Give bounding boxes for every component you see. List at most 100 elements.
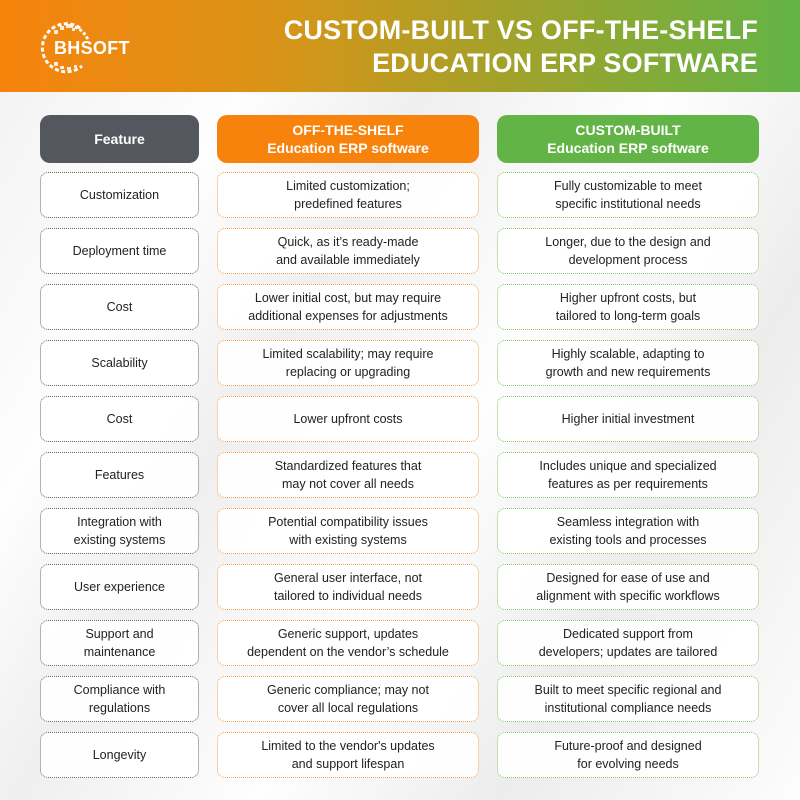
feature-cell-line: Support and xyxy=(85,627,154,641)
custom-built-cell: Seamless integration with existing tools … xyxy=(497,508,759,554)
custom-built-cell-line: Highly scalable, adapting to xyxy=(551,347,705,361)
table-row: Deployment time Quick, as it’s ready-made… xyxy=(0,228,800,274)
custom-built-cell: Fully customizable to meet specific insti… xyxy=(497,172,759,218)
custom-built-cell: Highly scalable, adapting to growth and n… xyxy=(497,340,759,386)
off-the-shelf-cell-line: with existing systems xyxy=(289,533,407,547)
custom-built-cell-line: Dedicated support from xyxy=(563,627,693,641)
table-row: Scalability Limited scalability; may requ… xyxy=(0,340,800,386)
custom-built-cell-line: alignment with specific workflows xyxy=(536,589,720,603)
off-the-shelf-cell-line: cover all local regulations xyxy=(277,701,419,715)
off-the-shelf-cell: Limited to the vendor's updates and suppo… xyxy=(217,732,479,778)
table-row: Cost Lower initial cost, but may require a… xyxy=(0,284,800,330)
custom-built-cell: Higher upfront costs, but tailored to lon… xyxy=(497,284,759,330)
feature-cell-line: maintenance xyxy=(83,645,156,659)
custom-built-cell-line: Seamless integration with xyxy=(556,515,700,529)
header-off-the-shelf: OFF-THE-SHELF Education ERP software xyxy=(217,115,479,163)
header-custom-built-title: CUSTOM-BUILT xyxy=(575,122,681,138)
off-the-shelf-cell-line: dependent on the vendor’s schedule xyxy=(247,645,449,659)
custom-built-cell: Dedicated support from developers; update… xyxy=(497,620,759,666)
custom-built-cell: Future-proof and designed for evolving ne… xyxy=(497,732,759,778)
header-off-the-shelf-title: OFF-THE-SHELF xyxy=(292,122,404,138)
custom-built-cell-line: existing tools and processes xyxy=(549,533,707,547)
off-the-shelf-cell-line: Lower upfront costs xyxy=(293,412,403,426)
off-the-shelf-cell-line: and support lifespan xyxy=(291,757,405,771)
table-row: User experience General user interface, n… xyxy=(0,564,800,610)
off-the-shelf-cell: Generic compliance; may not cover all loc… xyxy=(217,676,479,722)
header-feature-label: Feature xyxy=(94,131,145,147)
off-the-shelf-cell: General user interface, not tailored to i… xyxy=(217,564,479,610)
off-the-shelf-cell: Potential compatibility issues with exist… xyxy=(217,508,479,554)
header-custom-built-subtitle: Education ERP software xyxy=(547,140,709,156)
off-the-shelf-cell: Quick, as it’s ready-made and available i… xyxy=(217,228,479,274)
feature-cell-line: existing systems xyxy=(73,533,166,547)
off-the-shelf-cell-line: Limited scalability; may require xyxy=(262,347,434,361)
feature-cell-line: Deployment time xyxy=(72,244,167,258)
off-the-shelf-cell: Limited scalability; may require replacin… xyxy=(217,340,479,386)
off-the-shelf-cell: Lower initial cost, but may require addit… xyxy=(217,284,479,330)
header-custom-built: CUSTOM-BUILT Education ERP software xyxy=(497,115,759,163)
custom-built-cell-line: for evolving needs xyxy=(577,757,679,771)
table-row: Integration with existing systems Potentia… xyxy=(0,508,800,554)
table-row: Cost Lower upfront costs Higher initial in… xyxy=(0,396,800,442)
off-the-shelf-cell-line: Potential compatibility issues xyxy=(268,515,428,529)
feature-cell-line: Longevity xyxy=(92,748,147,762)
off-the-shelf-cell-line: may not cover all needs xyxy=(281,477,414,491)
off-the-shelf-cell-line: additional expenses for adjustments xyxy=(248,309,448,323)
feature-cell-line: Features xyxy=(94,468,145,482)
feature-cell: Scalability xyxy=(40,340,199,386)
feature-cell: Cost xyxy=(40,284,199,330)
table-row: Customization Limited customization; prede… xyxy=(0,172,800,218)
feature-cell-line: Customization xyxy=(79,188,160,202)
table-row: Support and maintenance Generic support, u… xyxy=(0,620,800,666)
feature-cell: Longevity xyxy=(40,732,199,778)
off-the-shelf-cell: Limited customization; predefined feature… xyxy=(217,172,479,218)
feature-cell-line: Cost xyxy=(106,300,133,314)
table-row: Compliance with regulations Generic compli… xyxy=(0,676,800,722)
feature-cell-line: Scalability xyxy=(91,356,148,370)
custom-built-cell: Designed for ease of use and alignment wi… xyxy=(497,564,759,610)
feature-cell: Features xyxy=(40,452,199,498)
header-off-the-shelf-subtitle: Education ERP software xyxy=(267,140,429,156)
feature-cell: Support and maintenance xyxy=(40,620,199,666)
custom-built-cell-line: Fully customizable to meet xyxy=(554,179,702,193)
off-the-shelf-cell-line: Limited to the vendor's updates xyxy=(261,739,435,753)
custom-built-cell-line: Designed for ease of use and xyxy=(546,571,710,585)
table-row: Features Standardized features that may no… xyxy=(0,452,800,498)
off-the-shelf-cell-line: General user interface, not xyxy=(274,571,422,585)
feature-cell: Compliance with regulations xyxy=(40,676,199,722)
table-row: Longevity Limited to the vendor's updates… xyxy=(0,732,800,778)
feature-cell-line: Integration with xyxy=(77,515,162,529)
custom-built-cell-line: Higher upfront costs, but xyxy=(559,291,697,305)
feature-cell-line: Compliance with xyxy=(73,683,166,697)
custom-built-cell-line: institutional compliance needs xyxy=(544,701,712,715)
comparison-table: Feature OFF-THE-SHELF Education ERP soft… xyxy=(0,0,800,800)
feature-cell: Integration with existing systems xyxy=(40,508,199,554)
custom-built-cell: Built to meet specific regional and insti… xyxy=(497,676,759,722)
off-the-shelf-cell-line: Generic compliance; may not xyxy=(267,683,429,697)
off-the-shelf-cell-line: and available immediately xyxy=(276,253,420,267)
custom-built-cell-line: specific institutional needs xyxy=(555,197,701,211)
custom-built-cell-line: development process xyxy=(568,253,688,267)
off-the-shelf-cell-line: Generic support, updates xyxy=(277,627,419,641)
custom-built-cell-line: tailored to long-term goals xyxy=(555,309,701,323)
off-the-shelf-cell-line: Quick, as it’s ready-made xyxy=(277,235,419,249)
custom-built-cell: Longer, due to the design and development… xyxy=(497,228,759,274)
custom-built-cell-line: Built to meet specific regional and xyxy=(534,683,722,697)
off-the-shelf-cell-line: Limited customization; xyxy=(286,179,410,193)
feature-cell-line: regulations xyxy=(88,701,151,715)
custom-built-cell-line: growth and new requirements xyxy=(545,365,711,379)
off-the-shelf-cell-line: Lower initial cost, but may require xyxy=(254,291,442,305)
off-the-shelf-cell-line: predefined features xyxy=(294,197,402,211)
feature-cell: User experience xyxy=(40,564,199,610)
feature-cell: Customization xyxy=(40,172,199,218)
custom-built-cell: Includes unique and specialized features … xyxy=(497,452,759,498)
off-the-shelf-cell: Lower upfront costs xyxy=(217,396,479,442)
off-the-shelf-cell-line: tailored to individual needs xyxy=(273,589,423,603)
custom-built-cell-line: Includes unique and specialized xyxy=(539,459,717,473)
off-the-shelf-cell: Generic support, updates dependent on the… xyxy=(217,620,479,666)
off-the-shelf-cell: Standardized features that may not cover … xyxy=(217,452,479,498)
off-the-shelf-cell-line: replacing or upgrading xyxy=(285,365,411,379)
feature-cell: Deployment time xyxy=(40,228,199,274)
header-feature: Feature xyxy=(40,115,199,163)
custom-built-cell-line: Higher initial investment xyxy=(561,412,695,426)
